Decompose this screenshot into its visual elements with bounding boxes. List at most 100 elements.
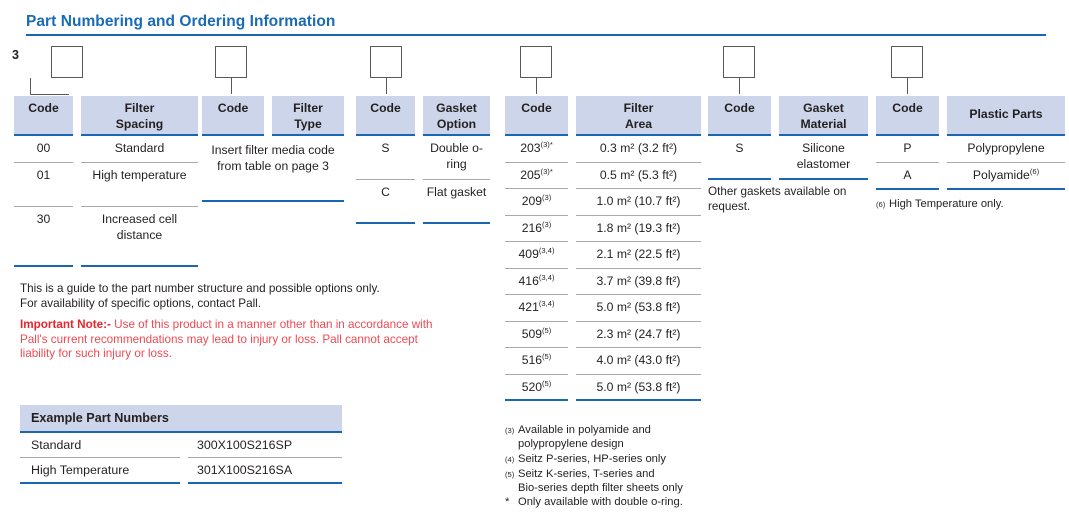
code-box-filter-type[interactable] (215, 46, 247, 78)
important-note-separator: :- (103, 318, 111, 331)
leading-digit-label: 3 (12, 48, 19, 62)
connector-filter-type (231, 78, 232, 94)
cell-part-number: 300X100S216SP (188, 433, 342, 458)
table-header-row: Code Filter Type (202, 96, 344, 136)
cell-code-text: 520 (521, 379, 543, 394)
cell-filter-type-instruction: Insert filter media code from table on p… (202, 136, 344, 202)
footnote-row: (3) Available in polyamide and polypropyle… (505, 423, 735, 452)
table-filter-spacing: Code Filter Spacing 00 Standard 01 High … (14, 96, 198, 267)
footnote-text: Available in polyamide and polypropylene … (518, 423, 735, 452)
footnote-text-line-1: Seitz K-series, T-series and (518, 467, 655, 480)
column-header-gasket-material: Gasket Material (779, 96, 868, 136)
table-row: 203(3)* 0.3 m² (3.2 ft²) (505, 136, 701, 163)
header-line-2: Spacing (115, 116, 164, 131)
cell-code: 205(3)* (505, 163, 568, 189)
cell-code: 01 (14, 163, 73, 207)
header-line-2: Area (624, 116, 653, 131)
table-row: 01 High temperature (14, 163, 198, 207)
cell-code-superscript: (3,4) (538, 272, 555, 282)
filter-area-rows: 203(3)* 0.3 m² (3.2 ft²) 205(3)* 0.5 m² (5.… (505, 136, 701, 401)
example-table-title: Example Part Numbers (20, 405, 342, 433)
cell-code: 216(3) (505, 216, 568, 242)
header-line-2: Material (800, 116, 847, 131)
cell-value: 2.1 m² (22.5 ft²) (576, 242, 701, 269)
table-row: 30 Increased cell distance (14, 207, 198, 267)
footnote-row: (4) Seitz P-series, HP-series only (505, 452, 735, 467)
guide-note-line-1: This is a guide to the part number struc… (20, 282, 380, 295)
gasket-note-line-2: request. (708, 199, 751, 213)
connector-filter-spacing (30, 78, 69, 95)
table-filter-type: Code Filter Type Insert filter media cod… (202, 96, 344, 202)
cell-code-superscript: (3)* (540, 166, 553, 176)
cell-code-text: 409 (518, 247, 539, 261)
important-note-line-2: Pall's current recommendations may lead … (20, 332, 418, 346)
cell-code-superscript: (5) (542, 378, 552, 388)
footnote-text-line-1: Available in polyamide and (518, 424, 651, 436)
code-box-plastic-parts[interactable] (891, 46, 923, 78)
cell-code: 421(3,4) (505, 295, 568, 322)
column-header-code: Code (876, 96, 939, 136)
cell-label: Standard (20, 433, 180, 458)
cell-value: Double o-ring (423, 136, 490, 180)
header-line-1: Gasket (803, 101, 844, 115)
footnote-row: (5) Seitz K-series, T-series and Bio-serie… (505, 467, 735, 496)
cell-value: High temperature (81, 163, 198, 207)
cell-value: Increased cell distance (81, 207, 198, 267)
cell-code: C (356, 180, 415, 224)
cell-code-superscript: (5) (542, 325, 552, 335)
footnote-text-line-2: polypropylene design (518, 438, 624, 451)
table-row: 216(3) 1.8 m² (19.3 ft²) (505, 216, 701, 242)
page-title: Part Numbering and Ordering Information (26, 13, 336, 30)
title-divider (26, 34, 1046, 36)
column-header-code: Code (202, 96, 264, 136)
column-header-code: Code (14, 96, 73, 136)
code-box-gasket-option[interactable] (370, 46, 402, 78)
column-header-filter-type: Filter Type (272, 96, 344, 136)
table-row: C Flat gasket (356, 180, 490, 224)
page-header: Part Numbering and Ordering Information (26, 13, 1046, 36)
important-note-line-3: liability for such injury or loss. (20, 347, 172, 361)
column-header-filter-area: Filter Area (576, 96, 701, 136)
cell-part-number: 301X100S216SA (188, 458, 342, 484)
header-line-1: Filter (124, 101, 155, 115)
cell-code-text: 516 (521, 353, 543, 367)
table-row: 00 Standard (14, 136, 198, 163)
cell-value: 4.0 m² (43.0 ft²) (576, 348, 701, 375)
important-note-label: Important Note (20, 318, 104, 331)
table-plastic-parts: Code Plastic Parts P Polypropylene A Pol… (876, 96, 1065, 190)
cell-code-text: 209 (521, 194, 543, 208)
table-row: 509(5) 2.3 m² (24.7 ft²) (505, 322, 701, 348)
example-part-numbers-table: Example Part Numbers Standard 300X100S21… (20, 405, 342, 484)
cell-code-superscript: (3) (542, 192, 552, 202)
cell-value: 1.8 m² (19.3 ft²) (576, 216, 701, 242)
cell-code-text: 421 (518, 300, 539, 314)
cell-value: Flat gasket (423, 180, 490, 224)
table-row: A Polyamide(6) (876, 163, 1065, 190)
cell-value: Silicone elastomer (779, 136, 868, 180)
table-row: 409(3,4) 2.1 m² (22.5 ft²) (505, 242, 701, 269)
cell-code: S (708, 136, 771, 180)
plastic-parts-footnote: (6) High Temperature only. (876, 197, 1066, 212)
cell-value-superscript: (6) (1029, 166, 1040, 176)
code-box-gasket-material[interactable] (723, 46, 755, 78)
cell-value-text: Polyamide (972, 168, 1030, 182)
cell-code: A (876, 163, 939, 190)
column-header-code: Code (505, 96, 568, 136)
table-header-row: Code Gasket Option (356, 96, 490, 136)
cell-code: 416(3,4) (505, 269, 568, 295)
cell-value: 5.0 m² (53.8 ft²) (576, 375, 701, 401)
code-box-filter-area[interactable] (520, 46, 552, 78)
footnote-text-line-1: Seitz P-series, HP-series only (518, 452, 666, 465)
cell-label: High Temperature (20, 458, 180, 484)
table-header-row: Code Plastic Parts (876, 96, 1065, 136)
footnote-text-line-1: Only available with double o-ring. (518, 496, 683, 509)
code-box-filter-spacing[interactable] (51, 46, 83, 78)
cell-code-superscript: (3,4) (538, 245, 555, 255)
table-header-row: Code Filter Spacing (14, 96, 198, 136)
table-row: S Silicone elastomer (708, 136, 868, 180)
column-header-plastic-parts: Plastic Parts (947, 96, 1065, 136)
footnote-text: Seitz P-series, HP-series only (518, 452, 735, 467)
table-row: 416(3,4) 3.7 m² (39.8 ft²) (505, 269, 701, 295)
cell-value: 3.7 m² (39.8 ft²) (576, 269, 701, 295)
header-line-2: Option (436, 116, 477, 131)
